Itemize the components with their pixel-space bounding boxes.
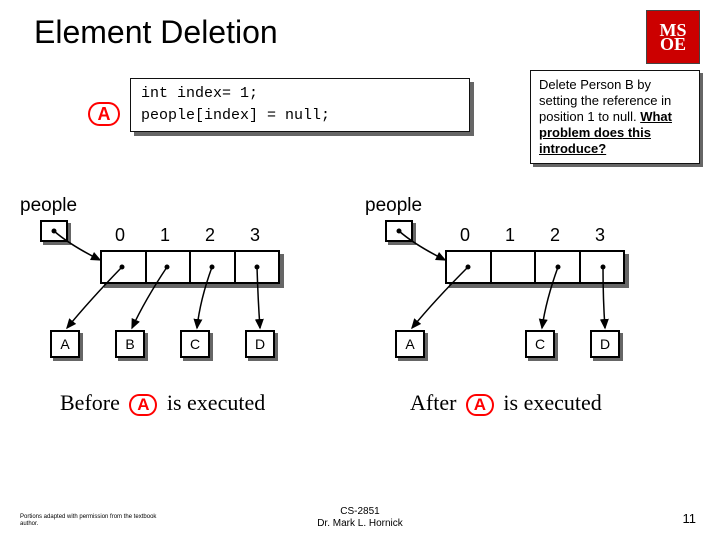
caption-exec-right: is executed — [503, 390, 601, 415]
diagram-area: people 0 1 2 3 A B C D Before A is execu… — [0, 195, 720, 475]
obj-left-a: A — [50, 330, 80, 358]
obj-right-a: A — [395, 330, 425, 358]
slide-title: Element Deletion — [0, 0, 720, 51]
note-box: Delete Person B by setting the reference… — [530, 70, 700, 164]
cell — [236, 252, 279, 282]
caption-exec-left: is executed — [167, 390, 265, 415]
idx-right-3: 3 — [580, 225, 620, 246]
cell — [536, 252, 581, 282]
footer-author: Dr. Mark L. Hornick — [0, 518, 720, 530]
cell — [447, 252, 492, 282]
footer-course: CS-2851 — [0, 506, 720, 518]
idx-left-2: 2 — [190, 225, 230, 246]
obj-left-d: D — [245, 330, 275, 358]
array-box-left — [100, 250, 280, 284]
array-box-right — [445, 250, 625, 284]
people-var-left — [40, 220, 68, 242]
caption-after: After A is executed — [410, 390, 602, 416]
page-number: 11 — [683, 511, 697, 526]
footer-center: CS-2851 Dr. Mark L. Hornick — [0, 506, 720, 530]
code-line-2: people[index] = null; — [141, 105, 459, 127]
cell — [191, 252, 236, 282]
idx-left-1: 1 — [145, 225, 185, 246]
code-line-1: int index= 1; — [141, 83, 459, 105]
obj-left-c: C — [180, 330, 210, 358]
people-label-right: people — [365, 195, 422, 217]
cell — [581, 252, 624, 282]
obj-right-d: D — [590, 330, 620, 358]
logo: MSOE — [646, 10, 700, 64]
people-var-right — [385, 220, 413, 242]
obj-right-c: C — [525, 330, 555, 358]
cell — [102, 252, 147, 282]
marker-a-code: A — [88, 102, 120, 126]
caption-before-word: Before — [60, 390, 120, 415]
people-label-left: people — [20, 195, 77, 217]
obj-left-b: B — [115, 330, 145, 358]
caption-after-word: After — [410, 390, 456, 415]
caption-before: Before A is executed — [60, 390, 265, 416]
idx-right-2: 2 — [535, 225, 575, 246]
cell — [147, 252, 192, 282]
idx-right-0: 0 — [445, 225, 485, 246]
cell — [492, 252, 537, 282]
idx-left-3: 3 — [235, 225, 275, 246]
code-box: int index= 1; people[index] = null; — [130, 78, 470, 132]
marker-a-inline-right: A — [466, 394, 494, 416]
idx-right-1: 1 — [490, 225, 530, 246]
marker-a-inline-left: A — [129, 394, 157, 416]
idx-left-0: 0 — [100, 225, 140, 246]
logo-text: MSOE — [660, 23, 687, 51]
